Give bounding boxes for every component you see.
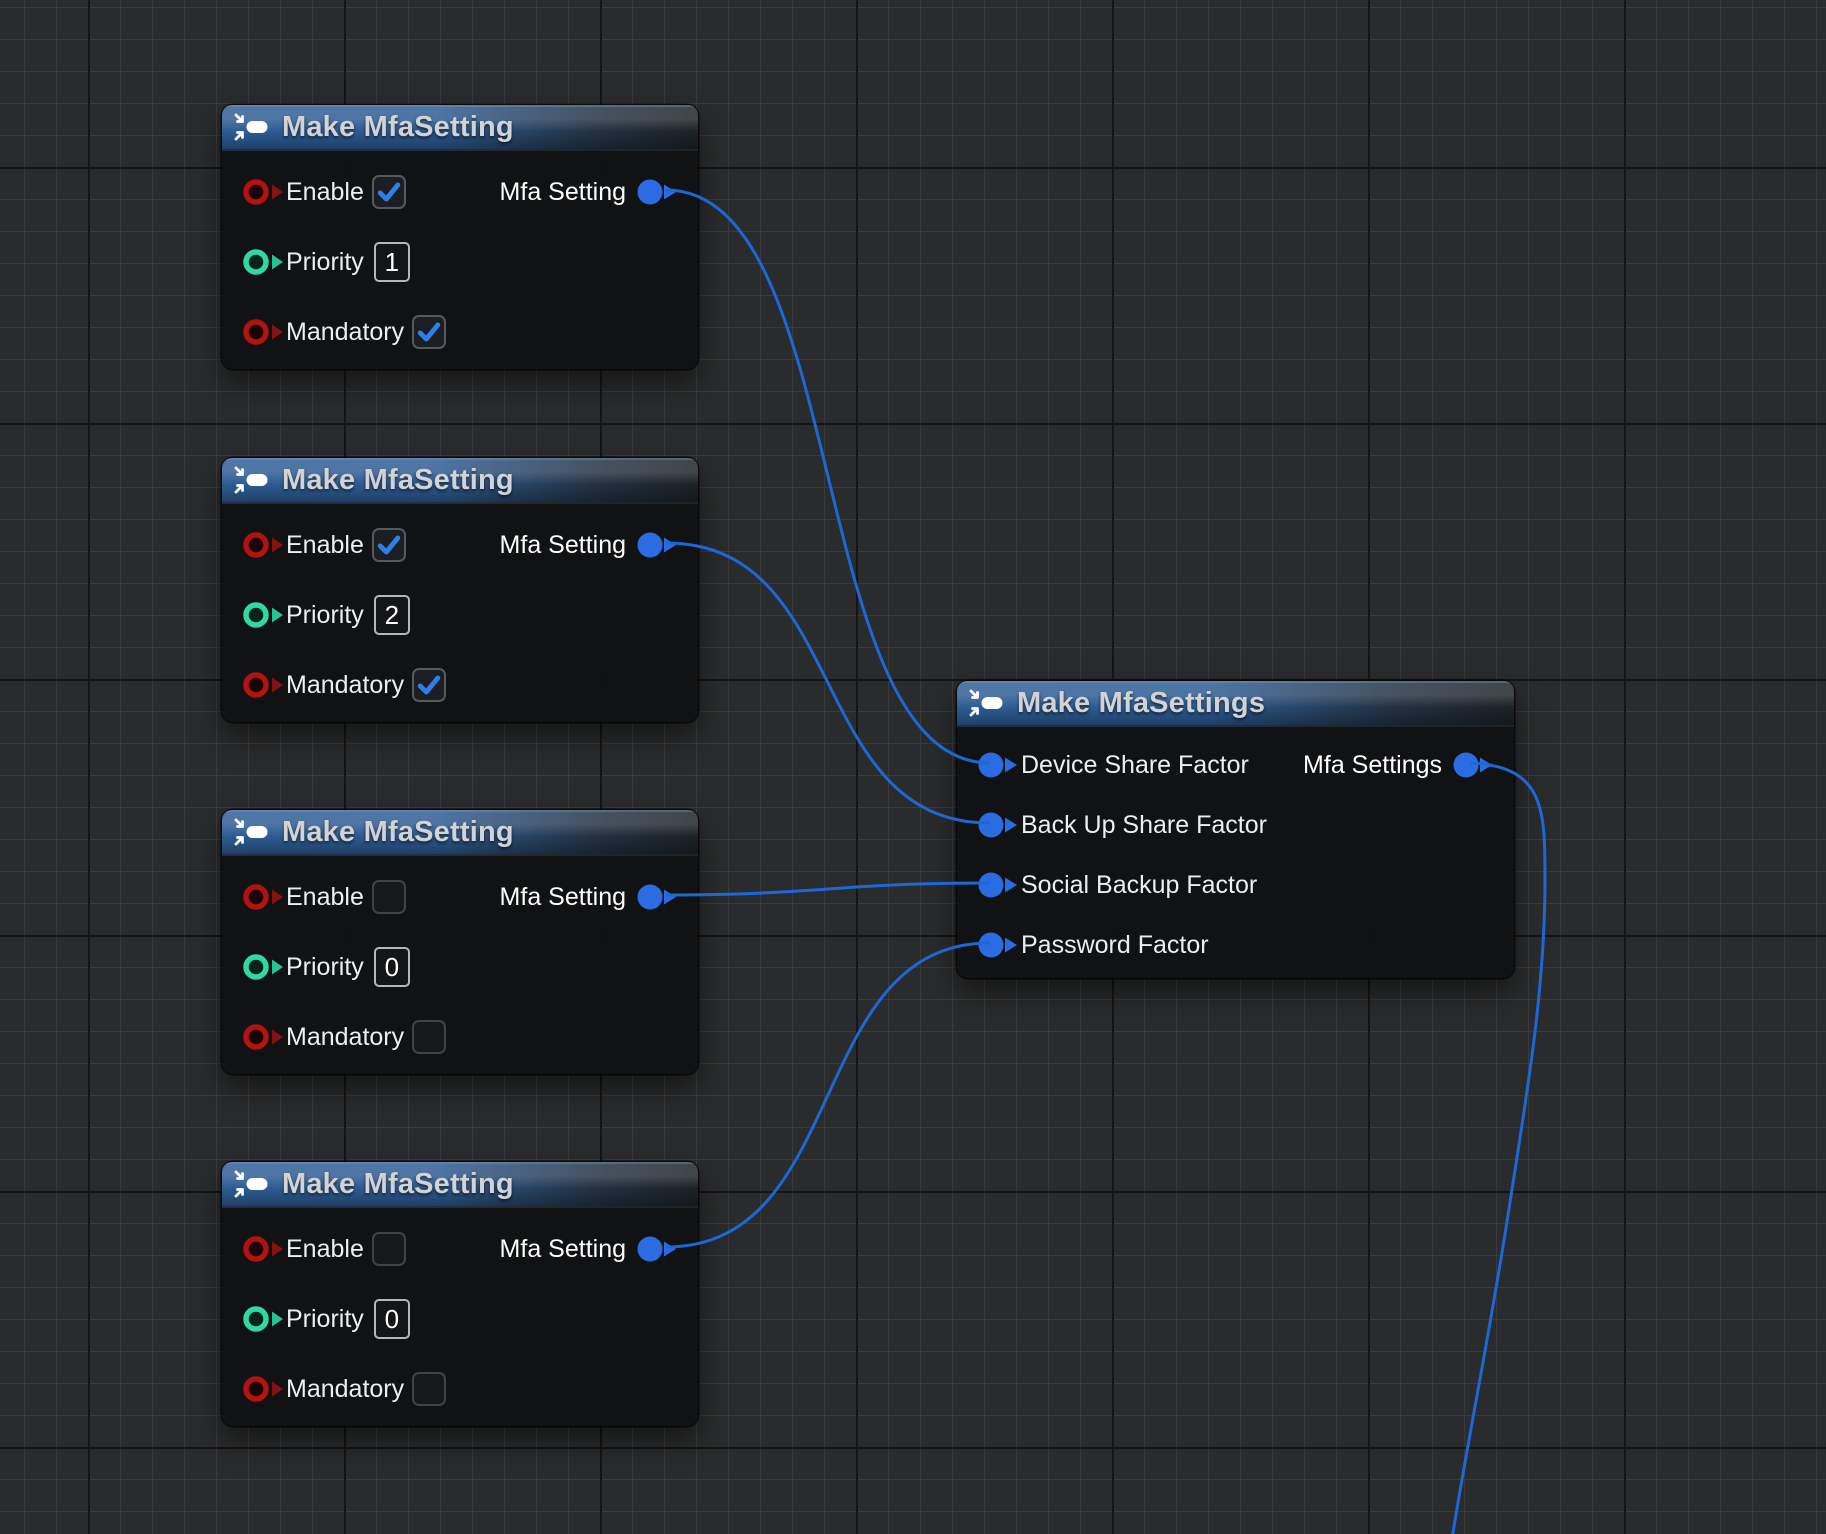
pin-label: Back Up Share Factor [1021, 811, 1267, 840]
pin-row-output: Mfa Settings [1303, 735, 1496, 795]
make-struct-icon [234, 818, 270, 846]
pin-row-priority: Priority 1 [222, 227, 698, 297]
bool-input-pin[interactable] [242, 1022, 286, 1052]
pin-label: Mandatory [286, 1375, 404, 1404]
bool-input-pin[interactable] [242, 882, 286, 912]
priority-input[interactable]: 2 [374, 595, 410, 635]
int-input-pin[interactable] [242, 600, 286, 630]
pin-row-mandatory: Mandatory [222, 297, 698, 367]
bool-input-pin[interactable] [242, 317, 286, 347]
pin-row-password-factor: Password Factor [957, 915, 1514, 975]
pin-row-mandatory: Mandatory [222, 650, 698, 720]
node-make-mfasetting-1[interactable]: Make MfaSetting Enable Priority 1 Mandat… [222, 105, 698, 369]
pin-label: Mfa Setting [500, 883, 626, 912]
node-header[interactable]: Make MfaSetting [222, 458, 698, 504]
struct-output-pin[interactable] [1452, 750, 1496, 780]
node-header[interactable]: Make MfaSetting [222, 105, 698, 151]
pin-label: Social Backup Factor [1021, 871, 1257, 900]
pin-row-priority: Priority 0 [222, 932, 698, 1002]
struct-output-pin[interactable] [636, 177, 680, 207]
pin-row-priority: Priority 2 [222, 580, 698, 650]
make-struct-icon [234, 1170, 270, 1198]
bool-input-pin[interactable] [242, 670, 286, 700]
node-make-mfasetting-2[interactable]: Make MfaSetting Enable Priority 2 Mandat… [222, 458, 698, 722]
struct-output-pin[interactable] [636, 1234, 680, 1264]
struct-input-pin[interactable] [977, 870, 1021, 900]
pin-label: Device Share Factor [1021, 751, 1249, 780]
node-title: Make MfaSetting [282, 111, 514, 144]
make-struct-icon [234, 113, 270, 141]
pin-label: Password Factor [1021, 931, 1209, 960]
wire-node3-to-social-backup-factor[interactable] [666, 883, 990, 895]
pin-row-mandatory: Mandatory [222, 1002, 698, 1072]
pin-row-output: Mfa Setting [500, 157, 680, 227]
pin-label: Enable [286, 883, 364, 912]
pin-row-social-backup-factor: Social Backup Factor [957, 855, 1514, 915]
node-header[interactable]: Make MfaSetting [222, 1162, 698, 1208]
pin-row-priority: Priority 0 [222, 1284, 698, 1354]
int-input-pin[interactable] [242, 1304, 286, 1334]
priority-input[interactable]: 0 [374, 1299, 410, 1339]
pin-label: Mfa Settings [1303, 751, 1442, 780]
pin-label: Mfa Setting [500, 1235, 626, 1264]
enable-checkbox[interactable] [372, 880, 406, 914]
node-header[interactable]: Make MfaSetting [222, 810, 698, 856]
struct-output-pin[interactable] [636, 530, 680, 560]
pin-row-output: Mfa Setting [500, 862, 680, 932]
node-header[interactable]: Make MfaSettings [957, 681, 1514, 727]
priority-input[interactable]: 0 [374, 947, 410, 987]
bool-input-pin[interactable] [242, 1234, 286, 1264]
pin-label: Enable [286, 1235, 364, 1264]
pin-row-output: Mfa Setting [500, 510, 680, 580]
node-title: Make MfaSetting [282, 1168, 514, 1201]
pin-row-output: Mfa Setting [500, 1214, 680, 1284]
node-make-mfasettings[interactable]: Make MfaSettings Device Share Factor Bac… [957, 681, 1514, 978]
pin-row-back-up-share-factor: Back Up Share Factor [957, 795, 1514, 855]
int-input-pin[interactable] [242, 247, 286, 277]
struct-output-pin[interactable] [636, 882, 680, 912]
pin-label: Priority [286, 601, 364, 630]
blueprint-canvas[interactable]: Make MfaSetting Enable Priority 1 Mandat… [0, 0, 1826, 1534]
mandatory-checkbox[interactable] [412, 1020, 446, 1054]
enable-checkbox[interactable] [372, 528, 406, 562]
node-make-mfasetting-4[interactable]: Make MfaSetting Enable Priority 0 Mandat… [222, 1162, 698, 1426]
pin-label: Priority [286, 1305, 364, 1334]
priority-input[interactable]: 1 [374, 242, 410, 282]
pin-row-mandatory: Mandatory [222, 1354, 698, 1424]
struct-input-pin[interactable] [977, 750, 1021, 780]
node-title: Make MfaSetting [282, 464, 514, 497]
pin-label: Mfa Setting [500, 531, 626, 560]
wire-node1-to-device-share-factor[interactable] [666, 190, 990, 763]
make-struct-icon [969, 689, 1005, 717]
enable-checkbox[interactable] [372, 1232, 406, 1266]
wire-node2-to-back-up-share-factor[interactable] [666, 543, 990, 823]
mandatory-checkbox[interactable] [412, 315, 446, 349]
node-make-mfasetting-3[interactable]: Make MfaSetting Enable Priority 0 Mandat… [222, 810, 698, 1074]
pin-label: Enable [286, 531, 364, 560]
pin-label: Mandatory [286, 1023, 404, 1052]
mandatory-checkbox[interactable] [412, 1372, 446, 1406]
pin-label: Mandatory [286, 318, 404, 347]
pin-label: Mandatory [286, 671, 404, 700]
make-struct-icon [234, 466, 270, 494]
struct-input-pin[interactable] [977, 810, 1021, 840]
mandatory-checkbox[interactable] [412, 668, 446, 702]
pin-label: Priority [286, 953, 364, 982]
pin-label: Mfa Setting [500, 178, 626, 207]
int-input-pin[interactable] [242, 952, 286, 982]
struct-input-pin[interactable] [977, 930, 1021, 960]
bool-input-pin[interactable] [242, 1374, 286, 1404]
wire-node4-to-password-factor[interactable] [666, 943, 990, 1247]
bool-input-pin[interactable] [242, 530, 286, 560]
enable-checkbox[interactable] [372, 175, 406, 209]
bool-input-pin[interactable] [242, 177, 286, 207]
pin-label: Enable [286, 178, 364, 207]
node-title: Make MfaSettings [1017, 687, 1265, 720]
pin-label: Priority [286, 248, 364, 277]
node-title: Make MfaSetting [282, 816, 514, 849]
